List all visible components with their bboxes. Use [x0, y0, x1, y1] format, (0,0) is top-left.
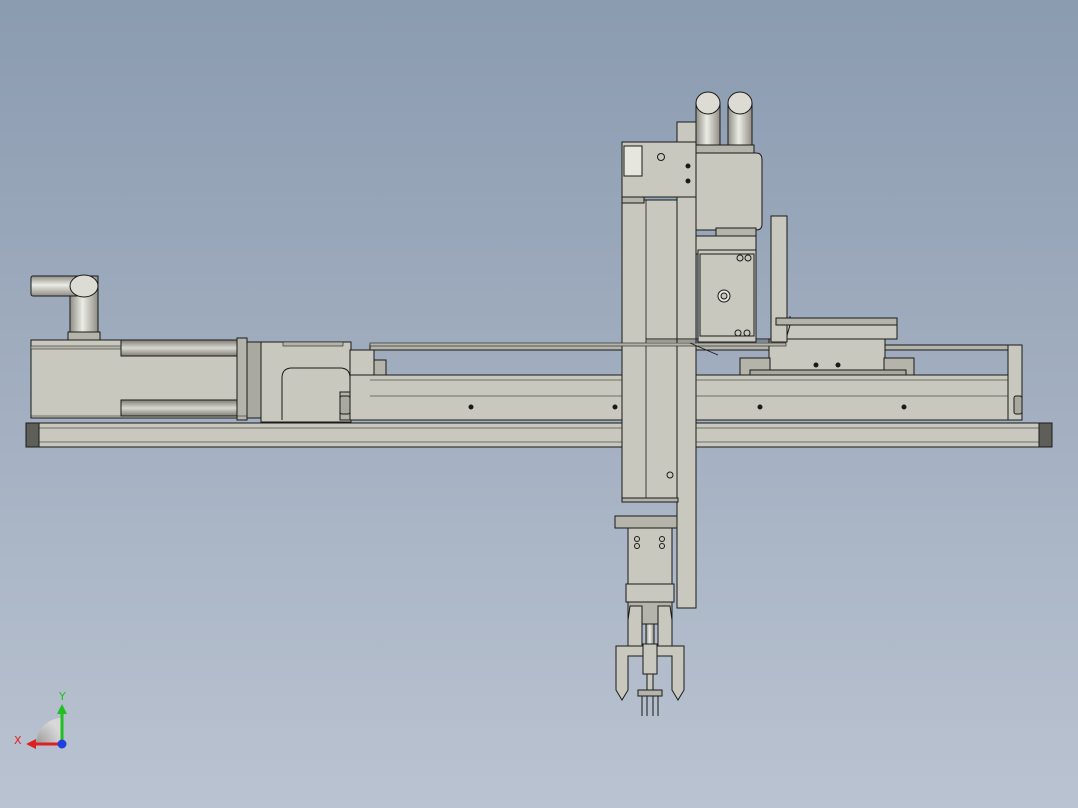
rail-end-cap-right [1038, 422, 1053, 448]
triad-z-axis [57, 739, 67, 749]
y-top-bracket[interactable] [621, 141, 697, 198]
rail-end-cap-left [25, 422, 40, 448]
x-servo-motor[interactable] [30, 337, 262, 421]
z-motor-block[interactable] [695, 152, 763, 343]
graphics-viewport[interactable]: Y X [0, 0, 1078, 808]
triad-x-label: X [14, 734, 22, 747]
base-rail[interactable] [25, 422, 1053, 448]
motor-coupling-housing[interactable] [260, 341, 352, 423]
cad-model-canvas[interactable]: Y X [0, 0, 1078, 808]
triad-y-label: Y [58, 690, 66, 703]
